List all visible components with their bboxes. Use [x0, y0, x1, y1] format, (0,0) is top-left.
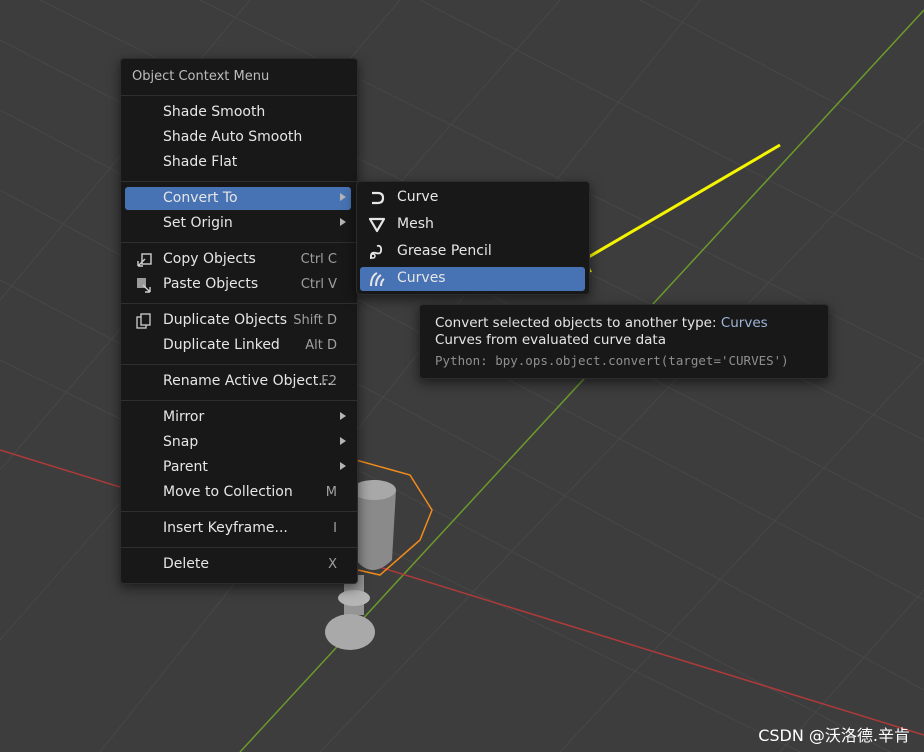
menu-item-label: Convert To	[163, 190, 238, 206]
shortcut-text: M	[325, 485, 337, 500]
submenu-item-curves[interactable]: Curves	[360, 267, 585, 291]
menu-item-label: Shade Flat	[163, 154, 238, 170]
menu-item-label: Move to Collection	[163, 484, 293, 500]
menu-item-shade-flat[interactable]: Shade Flat	[125, 151, 351, 174]
shortcut-text: F2	[321, 374, 337, 389]
shortcut-text: Ctrl C	[300, 252, 337, 267]
menu-item-label: Rename Active Object...	[163, 373, 332, 389]
submenu-item-label: Grease Pencil	[397, 243, 492, 259]
copy-icon	[137, 253, 152, 267]
menu-item-parent[interactable]: Parent	[125, 456, 351, 479]
menu-item-move-to-collection[interactable]: Move to Collection M	[125, 481, 351, 504]
menu-item-label: Paste Objects	[163, 276, 259, 292]
menu-item-label: Copy Objects	[163, 251, 256, 267]
tooltip-description: Convert selected objects to another type…	[435, 315, 768, 331]
submenu-item-label: Curves	[397, 270, 446, 286]
menu-item-copy-objects[interactable]: Copy Objects Ctrl C	[125, 248, 351, 271]
submenu-arrow-icon	[340, 437, 346, 445]
submenu-item-mesh[interactable]: Mesh	[360, 213, 585, 237]
menu-item-duplicate-objects[interactable]: Duplicate Objects Shift D	[125, 309, 351, 332]
menu-item-shade-smooth[interactable]: Shade Smooth	[125, 101, 351, 124]
menu-item-paste-objects[interactable]: Paste Objects Ctrl V	[125, 273, 351, 296]
menu-separator	[121, 511, 357, 512]
mesh-icon	[368, 217, 386, 233]
curves-icon	[370, 272, 385, 287]
menu-item-label: Insert Keyframe...	[163, 520, 288, 536]
menu-separator	[121, 303, 357, 304]
menu-item-duplicate-linked[interactable]: Duplicate Linked Alt D	[125, 334, 351, 357]
menu-title: Object Context Menu	[132, 69, 270, 84]
submenu-item-label: Mesh	[397, 216, 434, 232]
tooltip-target-value: Curves	[720, 315, 768, 331]
shortcut-text: X	[328, 557, 337, 572]
menu-item-label: Duplicate Linked	[163, 337, 280, 353]
menu-item-label: Set Origin	[163, 215, 233, 231]
tooltip: Convert selected objects to another type…	[419, 304, 829, 379]
curve-icon	[372, 191, 385, 205]
menu-separator	[121, 400, 357, 401]
menu-item-snap[interactable]: Snap	[125, 431, 351, 454]
menu-separator	[121, 95, 357, 96]
menu-separator	[121, 181, 357, 182]
menu-item-label: Parent	[163, 459, 208, 475]
menu-item-mirror[interactable]: Mirror	[125, 406, 351, 429]
submenu-arrow-icon	[340, 412, 346, 420]
menu-item-label: Snap	[163, 434, 199, 450]
submenu-item-grease-pencil[interactable]: Grease Pencil	[360, 240, 585, 264]
tooltip-python: Python: bpy.ops.object.convert(target='C…	[435, 353, 789, 368]
shortcut-text: Ctrl V	[300, 277, 337, 292]
submenu-arrow-icon	[340, 462, 346, 470]
convert-to-submenu: Curve Mesh Grease Pencil Curves	[356, 181, 590, 295]
menu-item-set-origin[interactable]: Set Origin	[125, 212, 351, 235]
submenu-arrow-icon	[340, 193, 346, 201]
menu-item-label: Mirror	[163, 409, 205, 425]
tooltip-subtitle: Curves from evaluated curve data	[435, 332, 666, 348]
watermark: CSDN @沃洛德.辛肯	[758, 726, 910, 745]
menu-item-shade-auto-smooth[interactable]: Shade Auto Smooth	[125, 126, 351, 149]
menu-separator	[121, 364, 357, 365]
paste-icon	[137, 278, 151, 293]
shortcut-text: Alt D	[305, 338, 337, 353]
menu-item-insert-keyframe[interactable]: Insert Keyframe... I	[125, 517, 351, 540]
submenu-item-label: Curve	[397, 189, 439, 205]
menu-item-label: Duplicate Objects	[163, 312, 288, 328]
menu-item-label: Shade Auto Smooth	[163, 129, 303, 145]
object-context-menu: Object Context Menu Shade Smooth Shade A…	[120, 58, 358, 584]
menu-item-delete[interactable]: Delete X	[125, 553, 351, 576]
menu-item-label: Shade Smooth	[163, 104, 266, 120]
menu-item-convert-to[interactable]: Convert To	[125, 187, 351, 210]
menu-item-label: Delete	[163, 556, 209, 572]
menu-separator	[121, 242, 357, 243]
menu-item-rename-active-object[interactable]: Rename Active Object... F2	[125, 370, 351, 393]
shortcut-text: Shift D	[293, 313, 337, 328]
shortcut-text: I	[333, 521, 337, 536]
menu-separator	[121, 547, 357, 548]
grease-pencil-icon	[369, 244, 383, 260]
tooltip-description-prefix: Convert selected objects to another type…	[435, 315, 717, 331]
submenu-item-curve[interactable]: Curve	[360, 186, 585, 210]
submenu-arrow-icon	[340, 218, 346, 226]
duplicate-icon	[136, 313, 151, 329]
